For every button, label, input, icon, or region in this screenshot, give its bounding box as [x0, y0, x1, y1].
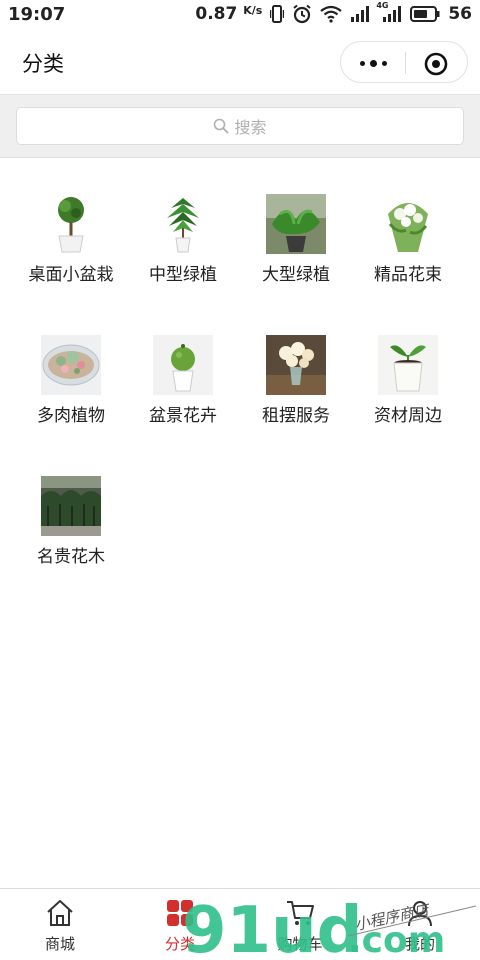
cart-icon — [287, 901, 314, 925]
vibrate-icon — [270, 5, 285, 23]
status-indicators: 0.87 K/s 4G 56 — [195, 1, 472, 24]
category-item[interactable]: 精品花束 — [352, 194, 464, 304]
search-input[interactable]: 搜索 — [16, 107, 464, 145]
category-label: 大型绿植 — [262, 265, 330, 285]
moss-ball-image — [153, 335, 213, 395]
network-speed-value: 0.87 — [195, 4, 238, 24]
alarm-icon — [293, 4, 311, 24]
tab-label: 我的 — [404, 935, 435, 953]
category-item[interactable]: 大型绿植 — [240, 194, 352, 304]
category-label: 精品花束 — [374, 265, 442, 285]
category-label: 桌面小盆栽 — [28, 265, 114, 285]
category-item[interactable]: 桌面小盆栽 — [15, 194, 127, 304]
search-placeholder: 搜索 — [234, 118, 267, 137]
money-tree-image — [153, 194, 213, 254]
tab-label: 分类 — [164, 935, 195, 953]
mini-program-capsule — [340, 41, 468, 83]
capsule-divider — [405, 52, 406, 74]
network-type: 4G — [376, 1, 389, 10]
page-title: 分类 — [22, 52, 64, 76]
category-label: 盆景花卉 — [149, 406, 217, 426]
category-item[interactable]: 资材周边 — [352, 335, 464, 445]
tab-label: 商城 — [44, 935, 75, 953]
tab-home[interactable]: 商城 — [0, 889, 120, 960]
more-dot-icon — [359, 60, 365, 66]
category-label: 多肉植物 — [37, 406, 105, 426]
category-item[interactable]: 中型绿植 — [127, 194, 239, 304]
nursery-image — [41, 476, 101, 536]
category-label: 中型绿植 — [149, 265, 217, 285]
tab-category[interactable]: 分类 — [120, 889, 240, 960]
category-item[interactable]: 租摆服务 — [240, 335, 352, 445]
flower-bouquet-image — [378, 194, 438, 254]
succulent-bowl-image — [41, 335, 101, 395]
category-label: 资材周边 — [374, 406, 442, 426]
tab-profile[interactable]: 我的 — [360, 889, 480, 960]
status-bar: 19:07 0.87 K/s 4G 56 — [0, 0, 480, 30]
category-item[interactable]: 盆景花卉 — [127, 335, 239, 445]
close-target-icon[interactable] — [423, 51, 449, 77]
category-grid-icon — [167, 900, 193, 926]
seedling-pot-image — [378, 335, 438, 395]
signal-icon — [351, 6, 370, 22]
search-area: 搜索 — [0, 94, 480, 158]
more-dot-icon — [369, 59, 377, 67]
tab-cart[interactable]: 购物车 — [240, 889, 360, 960]
large-plant-image — [266, 194, 326, 254]
more-menu-button[interactable] — [355, 51, 391, 75]
network-speed-unit: K/s — [243, 4, 263, 17]
topiary-plant-image — [41, 194, 101, 254]
category-item[interactable]: 多肉植物 — [15, 335, 127, 445]
category-label: 租摆服务 — [262, 406, 330, 426]
home-icon — [47, 900, 73, 926]
tab-bar: 商城 分类 购物车 我的 — [0, 888, 480, 960]
flower-vase-image — [266, 335, 326, 395]
signal-4g-icon: 4G — [376, 1, 402, 23]
wifi-icon — [320, 5, 343, 23]
network-speed: 0.87 K/s — [195, 4, 262, 24]
search-icon — [214, 118, 229, 134]
nav-bar: 分类 — [0, 30, 480, 94]
category-label: 名贵花木 — [37, 547, 105, 567]
tab-label: 购物车 — [277, 935, 323, 953]
user-icon — [408, 901, 432, 927]
category-item[interactable]: 名贵花木 — [15, 476, 127, 586]
more-dot-icon — [381, 60, 387, 66]
status-time: 19:07 — [8, 4, 66, 25]
battery-icon — [410, 6, 440, 22]
battery-level: 56 — [448, 4, 472, 24]
